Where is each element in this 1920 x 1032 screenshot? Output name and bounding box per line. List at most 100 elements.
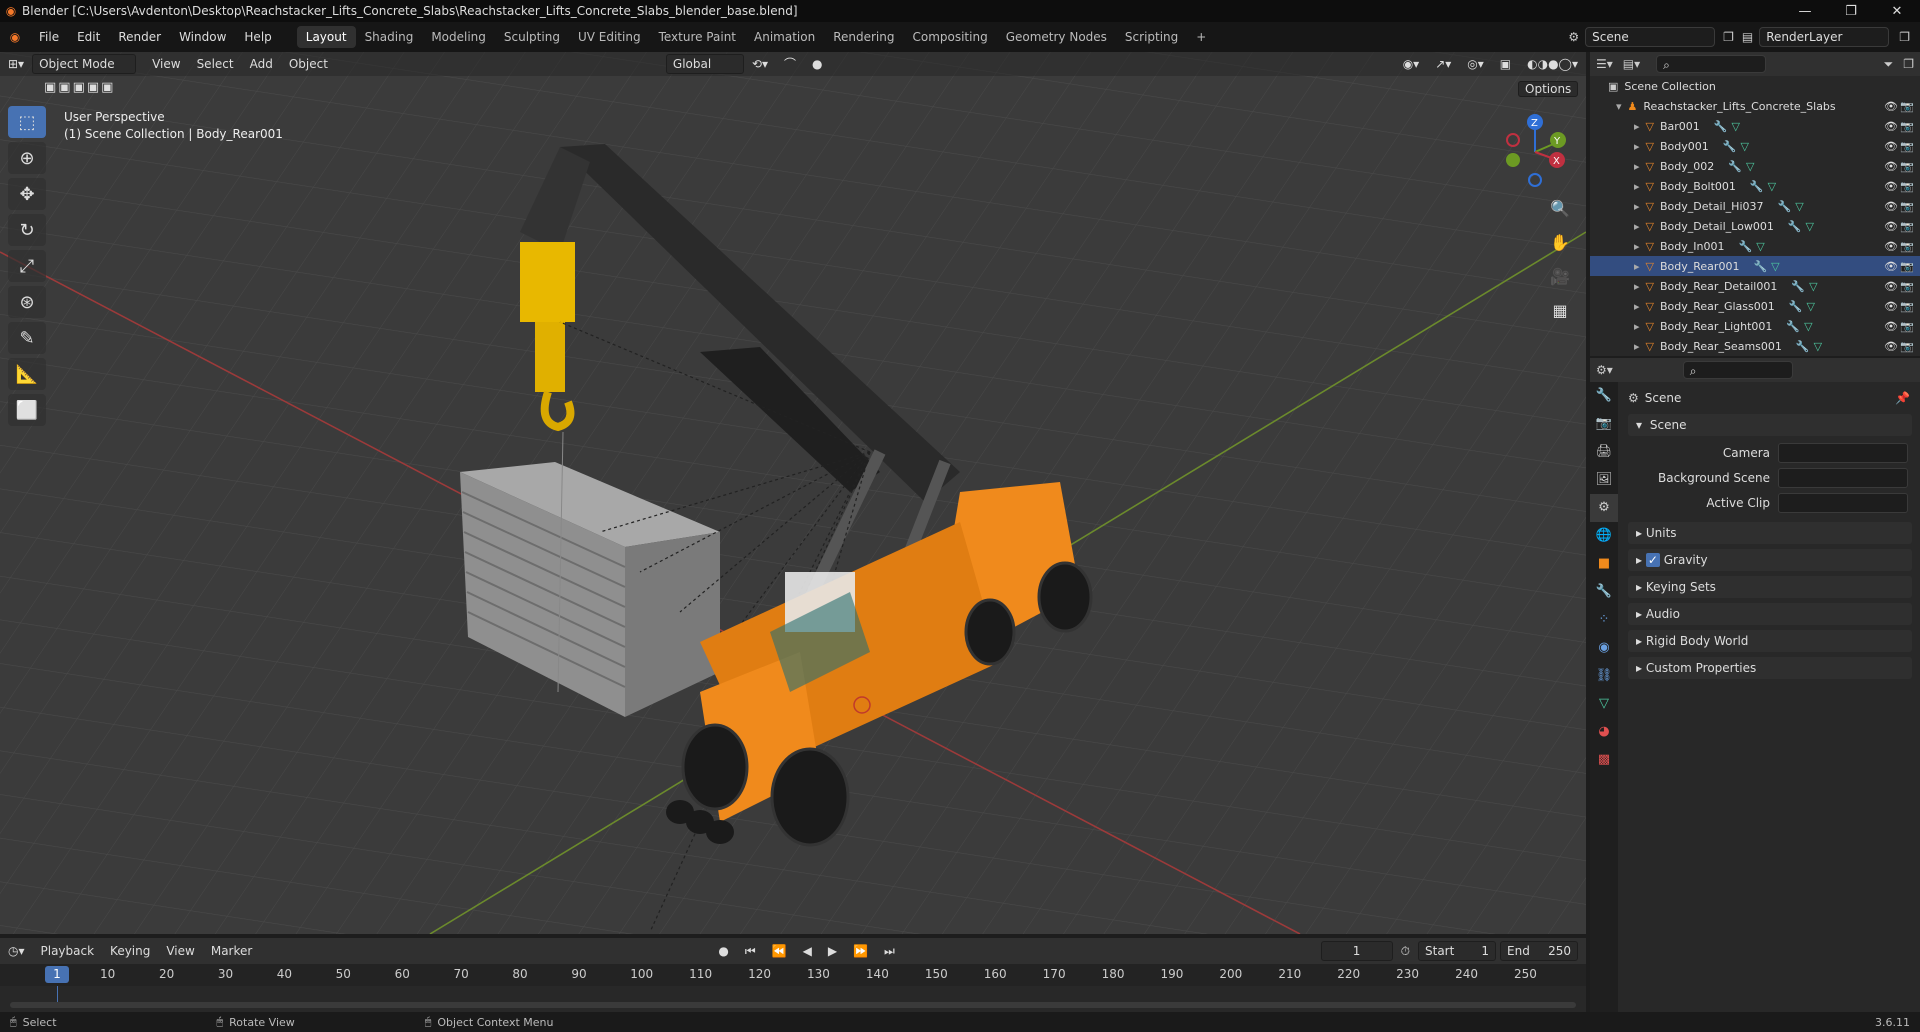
render-camera-icon[interactable]: 📷 — [1900, 120, 1914, 133]
properties-search-input[interactable]: ⌕ — [1682, 361, 1793, 379]
outliner-search-input[interactable]: ⌕ — [1656, 55, 1767, 73]
data-tab-icon[interactable]: ▽ — [1590, 690, 1618, 718]
render-camera-icon[interactable]: 📷 — [1900, 180, 1914, 193]
rotate-tool-icon[interactable]: ↻ — [8, 214, 46, 246]
render-camera-icon[interactable]: 📷 — [1900, 200, 1914, 213]
outliner-item[interactable]: ▸ ▽ Body_Rear_Glass001 🔧 ▽ 👁 📷 — [1590, 296, 1920, 316]
tool-tab-icon[interactable]: 🔧 — [1590, 382, 1618, 410]
modifier-icon[interactable]: 🔧 — [1728, 160, 1742, 173]
properties-editor-icon[interactable]: ⚙▾ — [1596, 363, 1613, 377]
add-workspace-button[interactable]: + — [1187, 26, 1215, 48]
render-camera-icon[interactable]: 📷 — [1900, 220, 1914, 233]
tab-compositing[interactable]: Compositing — [903, 26, 996, 48]
jump-end-icon[interactable]: ⏭ — [876, 941, 903, 961]
menu-playback[interactable]: Playback — [33, 941, 103, 961]
xray-icon[interactable]: ▣ — [1492, 54, 1519, 74]
expand-chevron-icon[interactable]: ▸ — [1634, 320, 1640, 333]
eye-icon[interactable]: 👁 — [1884, 120, 1898, 133]
render-camera-icon[interactable]: 📷 — [1900, 240, 1914, 253]
expand-chevron-icon[interactable]: ▸ — [1634, 200, 1640, 213]
scene-icon[interactable]: ⚙ — [1568, 30, 1579, 44]
snap-icon[interactable]: ⌒ — [776, 54, 804, 74]
transform-orientation-dropdown[interactable]: Global — [665, 54, 744, 74]
prev-key-icon[interactable]: ⏪ — [764, 941, 795, 961]
proportional-edit-icon[interactable]: ● — [804, 54, 830, 74]
expand-chevron-icon[interactable]: ▸ — [1634, 280, 1640, 293]
eye-icon[interactable]: 👁 — [1884, 280, 1898, 293]
pivot-icon[interactable]: ⟲▾ — [744, 54, 776, 74]
navigation-gizmo[interactable]: Z Y X — [1500, 110, 1570, 190]
mesh-data-icon[interactable]: ▽ — [1771, 260, 1779, 273]
render-camera-icon[interactable]: 📷 — [1900, 300, 1914, 313]
menu-add[interactable]: Add — [242, 54, 281, 74]
world-tab-icon[interactable]: 🌐 — [1590, 522, 1618, 550]
modifier-icon[interactable]: 🔧 — [1786, 320, 1800, 333]
scene-tab-icon[interactable]: ⚙ — [1590, 494, 1618, 522]
modifier-icon[interactable]: 🔧 — [1738, 240, 1752, 253]
ortho-grid-icon[interactable]: ▦ — [1546, 297, 1574, 325]
menu-render[interactable]: Render — [109, 26, 170, 48]
eye-icon[interactable]: 👁 — [1884, 180, 1898, 193]
shading-modes-icon[interactable]: ◐◑●◯▾ — [1519, 54, 1586, 74]
mesh-data-icon[interactable]: ▽ — [1804, 320, 1812, 333]
menu-help[interactable]: Help — [235, 26, 280, 48]
camera-field[interactable] — [1778, 443, 1908, 463]
menu-edit[interactable]: Edit — [68, 26, 109, 48]
menu-window[interactable]: Window — [170, 26, 235, 48]
render-tab-icon[interactable]: 📷 — [1590, 410, 1618, 438]
outliner-item[interactable]: ▸ ▽ Bar001 🔧 ▽ 👁 📷 — [1590, 116, 1920, 136]
expand-chevron-icon[interactable]: ▸ — [1634, 220, 1640, 233]
minimize-button[interactable]: — — [1782, 4, 1828, 19]
outliner-collection-row[interactable]: ▾ ♟ Reachstacker_Lifts_Concrete_Slabs 👁 … — [1590, 96, 1920, 116]
outliner-item[interactable]: ▸ ▽ Body_Bolt001 🔧 ▽ 👁 📷 — [1590, 176, 1920, 196]
tab-geometry-nodes[interactable]: Geometry Nodes — [997, 26, 1116, 48]
mode-dropdown[interactable]: Object Mode — [32, 54, 137, 74]
timeline-editor-icon[interactable]: ◷▾ — [0, 941, 33, 961]
background-scene-field[interactable] — [1778, 468, 1908, 488]
outliner-editor-icon[interactable]: ☰▾ — [1596, 57, 1613, 71]
eye-icon[interactable]: 👁 — [1884, 140, 1898, 153]
next-key-icon[interactable]: ⏩ — [845, 941, 876, 961]
timeline-scrollbar[interactable] — [10, 1002, 1576, 1008]
eye-icon[interactable]: 👁 — [1884, 320, 1898, 333]
modifier-icon[interactable]: 🔧 — [1788, 220, 1802, 233]
tab-layout[interactable]: Layout — [296, 26, 356, 48]
eye-icon[interactable]: 👁 — [1884, 100, 1898, 113]
eye-icon[interactable]: 👁 — [1884, 160, 1898, 173]
outliner-item[interactable]: ▸ ▽ Body_Rear_Seams001 🔧 ▽ 👁 📷 — [1590, 336, 1920, 356]
constraints-tab-icon[interactable]: ⛓ — [1590, 662, 1618, 690]
outliner-item[interactable]: ▸ ▽ Body001 🔧 ▽ 👁 📷 — [1590, 136, 1920, 156]
transform-tool-icon[interactable]: ⊛ — [8, 286, 46, 318]
texture-tab-icon[interactable]: ▩ — [1590, 746, 1618, 774]
outliner-item[interactable]: ▸ ▽ Body_In001 🔧 ▽ 👁 📷 — [1590, 236, 1920, 256]
mesh-data-icon[interactable]: ▽ — [1809, 280, 1817, 293]
expand-chevron-icon[interactable]: ▸ — [1634, 160, 1640, 173]
render-camera-icon[interactable]: 📷 — [1900, 260, 1914, 273]
menu-file[interactable]: File — [30, 26, 68, 48]
zoom-icon[interactable]: 🔍 — [1546, 195, 1574, 223]
mesh-data-icon[interactable]: ▽ — [1806, 300, 1814, 313]
mesh-data-icon[interactable]: ▽ — [1814, 340, 1822, 353]
mesh-data-icon[interactable]: ▽ — [1806, 220, 1814, 233]
render-camera-icon[interactable]: 📷 — [1900, 100, 1914, 113]
menu-keying[interactable]: Keying — [102, 941, 158, 961]
editor-type-icon[interactable]: ⊞▾ — [0, 54, 32, 74]
outliner-item[interactable]: ▸ ▽ Body_Detail_Low001 🔧 ▽ 👁 📷 — [1590, 216, 1920, 236]
outliner-item[interactable]: ▸ ▽ Body_Rear_Detail001 🔧 ▽ 👁 📷 — [1590, 276, 1920, 296]
move-tool-icon[interactable]: ✥ — [8, 178, 46, 210]
pan-hand-icon[interactable]: ✋ — [1546, 229, 1574, 257]
expand-chevron-icon[interactable]: ▸ — [1634, 300, 1640, 313]
particles-tab-icon[interactable]: ⁘ — [1590, 606, 1618, 634]
render-camera-icon[interactable]: 📷 — [1900, 160, 1914, 173]
units-panel[interactable]: ▸ Units — [1628, 522, 1912, 544]
outliner-item[interactable]: ▸ ▽ Body_Detail_Hi037 🔧 ▽ 👁 📷 — [1590, 196, 1920, 216]
mesh-data-icon[interactable]: ▽ — [1740, 140, 1748, 153]
output-tab-icon[interactable]: 🖨 — [1590, 438, 1618, 466]
options-label[interactable]: Options — [1518, 81, 1579, 97]
mesh-data-icon[interactable]: ▽ — [1732, 120, 1740, 133]
custom-properties-panel[interactable]: ▸ Custom Properties — [1628, 657, 1912, 679]
mesh-data-icon[interactable]: ▽ — [1746, 160, 1754, 173]
modifier-icon[interactable]: 🔧 — [1753, 260, 1767, 273]
new-scene-icon[interactable]: ❐ — [1723, 30, 1734, 44]
outliner-item[interactable]: ▸ ▽ Body_Rear001 🔧 ▽ 👁 📷 — [1590, 256, 1920, 276]
